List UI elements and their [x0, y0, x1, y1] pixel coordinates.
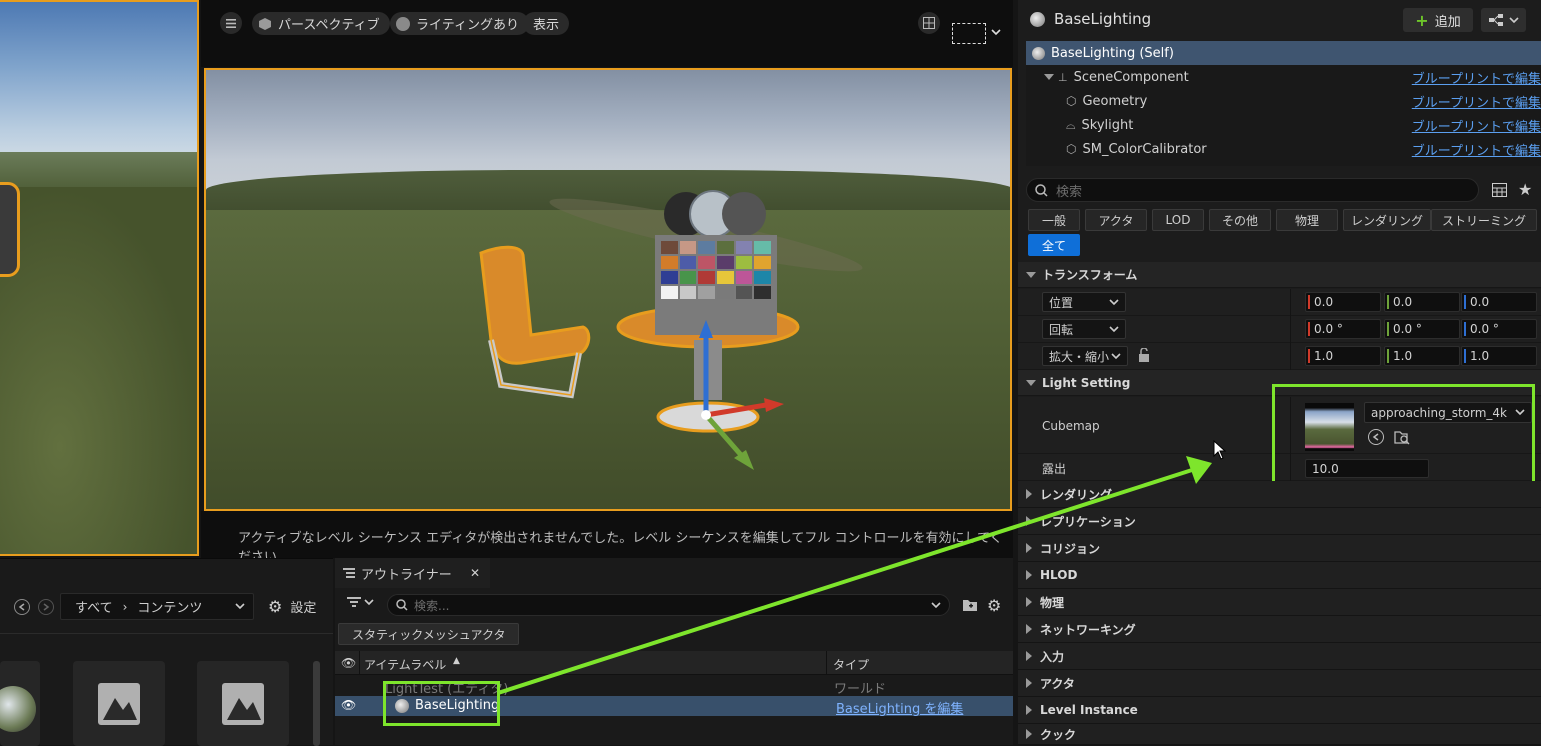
mouse-cursor-icon	[1213, 440, 1227, 460]
annotation-arrow	[497, 456, 1212, 695]
